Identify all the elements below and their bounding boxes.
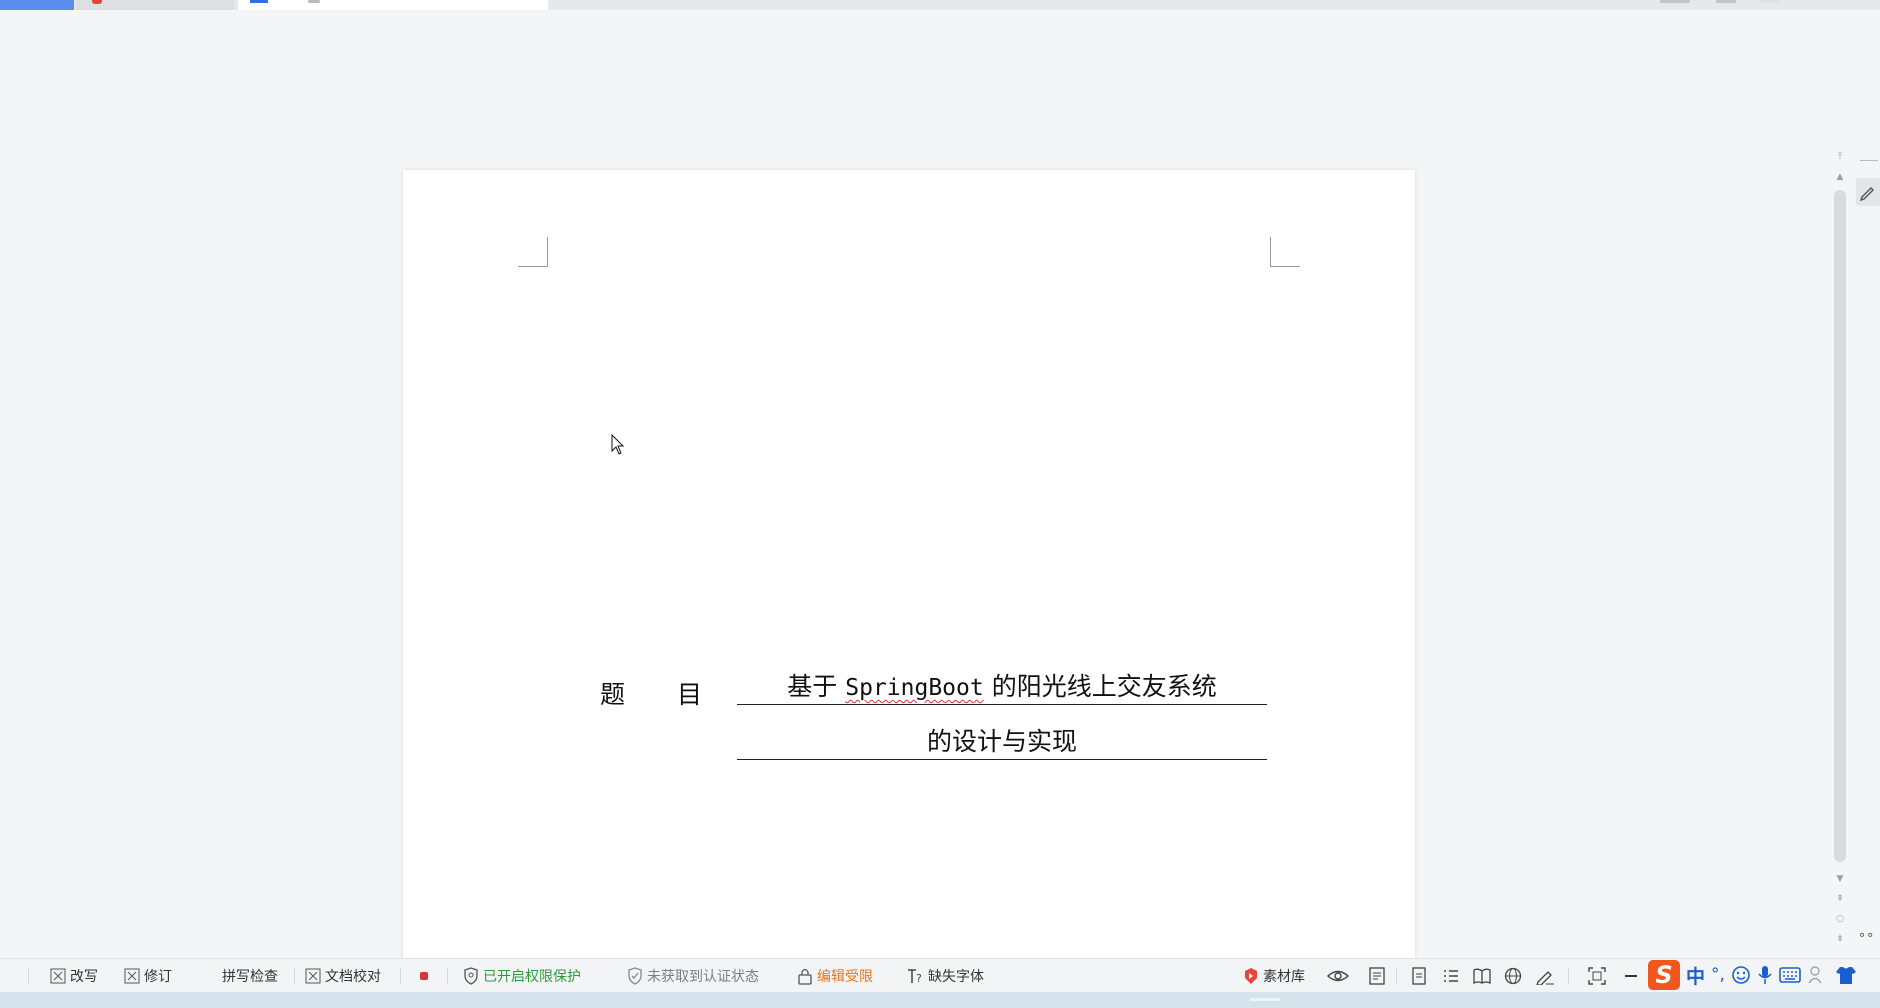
overwrite-toggle[interactable]: 改写 bbox=[50, 959, 98, 993]
shield-check-icon bbox=[628, 967, 642, 985]
ime-language-toggle[interactable]: 中 bbox=[1686, 962, 1705, 989]
status-separator bbox=[1568, 968, 1569, 984]
pdf-icon bbox=[92, 0, 102, 4]
window-layout-icon[interactable] bbox=[1660, 0, 1690, 3]
scrollbar-thumb[interactable] bbox=[1834, 190, 1846, 862]
status-separator bbox=[28, 968, 29, 984]
write-view-button[interactable] bbox=[1535, 959, 1555, 993]
status-separator bbox=[447, 968, 448, 984]
microphone-icon[interactable] bbox=[1757, 965, 1773, 985]
globe-icon bbox=[1504, 967, 1522, 985]
vertical-scrollbar[interactable]: ⤒ ▲ ▼ ⇞ ○ ⇟ bbox=[1830, 150, 1850, 955]
minus-icon bbox=[1625, 975, 1637, 977]
document-page[interactable]: 题 目 基于 SpringBoot 的阳光线上交友系统 的设计与实现 bbox=[403, 170, 1415, 960]
select-browse-object-icon[interactable]: ○ bbox=[1834, 914, 1846, 924]
scroll-up-arrow-icon[interactable]: ▲ bbox=[1834, 172, 1846, 182]
spellcheck-label: 拼写检查 bbox=[222, 969, 278, 985]
status-separator bbox=[1396, 968, 1397, 984]
font-question-icon: ? bbox=[908, 969, 922, 985]
mouse-pointer-icon bbox=[611, 434, 625, 455]
web-view-button[interactable] bbox=[1504, 959, 1522, 993]
missing-font-button[interactable]: ? 缺失字体 bbox=[906, 959, 984, 993]
doc-info-button[interactable] bbox=[1368, 959, 1386, 993]
toolbox-shirt-icon[interactable] bbox=[1835, 965, 1857, 985]
outline-view-icon bbox=[1444, 970, 1458, 982]
page-view-icon bbox=[1412, 967, 1426, 985]
margin-corner-top-right bbox=[1270, 237, 1300, 267]
checkbox-x-icon bbox=[124, 968, 140, 984]
side-edit-button[interactable] bbox=[1856, 178, 1880, 206]
skin-icon[interactable] bbox=[1807, 965, 1829, 985]
status-bar: 改写 修订 拼写检查 文档校对 已开启权限保护 未获取到认证状态 编辑受限 ? … bbox=[0, 958, 1880, 993]
eye-protection-button[interactable] bbox=[1327, 959, 1349, 993]
tab-active-document[interactable] bbox=[238, 0, 548, 10]
tab-home[interactable] bbox=[0, 0, 74, 10]
title-label: 题 目 bbox=[600, 680, 702, 709]
misspelled-word[interactable]: SpringBoot bbox=[845, 675, 983, 701]
emoji-icon[interactable] bbox=[1731, 965, 1751, 985]
pen-icon bbox=[1859, 187, 1874, 202]
taskbar-indicator bbox=[1250, 998, 1280, 1001]
zoom-out-button[interactable] bbox=[1624, 959, 1638, 993]
fullscreen-icon bbox=[1588, 967, 1606, 985]
scroll-down-arrow-icon[interactable]: ▼ bbox=[1834, 874, 1846, 884]
svg-text:?: ? bbox=[916, 972, 922, 985]
spellcheck-button[interactable]: 拼写检查 bbox=[222, 959, 278, 993]
title-text-line-2: 的设计与实现 bbox=[926, 727, 1077, 756]
page-view-button[interactable] bbox=[1410, 959, 1428, 993]
previous-page-icon[interactable]: ⇞ bbox=[1834, 894, 1846, 904]
edit-restriction-status[interactable]: 编辑受限 bbox=[797, 959, 873, 993]
certification-status[interactable]: 未获取到认证状态 bbox=[627, 959, 759, 993]
shield-location-icon bbox=[464, 967, 478, 985]
tab-pdf-document[interactable] bbox=[76, 0, 234, 10]
material-library-icon bbox=[1245, 968, 1257, 984]
record-icon bbox=[420, 972, 428, 980]
doc-proofread-label: 文档校对 bbox=[325, 969, 381, 985]
fit-page-button[interactable] bbox=[1588, 959, 1606, 993]
revise-toggle[interactable]: 修订 bbox=[124, 959, 172, 993]
missing-font-label: 缺失字体 bbox=[928, 969, 984, 985]
ime-punctuation-toggle[interactable]: °, bbox=[1711, 965, 1725, 985]
margin-corner-top-left bbox=[518, 237, 548, 267]
doc-proofread-toggle[interactable]: 文档校对 bbox=[305, 959, 381, 993]
overwrite-label: 改写 bbox=[70, 969, 98, 985]
document-stats-icon bbox=[1369, 967, 1385, 985]
material-library-label: 素材库 bbox=[1263, 969, 1305, 985]
outline-view-button[interactable] bbox=[1442, 959, 1460, 993]
keyboard-icon[interactable] bbox=[1779, 966, 1801, 984]
lock-icon bbox=[798, 968, 812, 985]
checkbox-x-icon bbox=[50, 968, 66, 984]
ime-toolbar: S 中 °, bbox=[1648, 960, 1857, 990]
title-line-1[interactable]: 基于 SpringBoot 的阳光线上交友系统 bbox=[737, 670, 1267, 705]
status-separator bbox=[400, 968, 401, 984]
macro-record-button[interactable] bbox=[420, 959, 428, 993]
panel-divider bbox=[1860, 160, 1878, 161]
next-page-icon[interactable]: ⇟ bbox=[1834, 934, 1846, 944]
eye-icon bbox=[1327, 970, 1349, 982]
title-text-prefix: 基于 bbox=[787, 672, 838, 701]
title-text-suffix: 的阳光线上交友系统 bbox=[991, 672, 1217, 701]
material-library-button[interactable]: 素材库 bbox=[1243, 959, 1305, 993]
window-minimize-icon[interactable] bbox=[1760, 0, 1780, 3]
more-options-icon[interactable]: ∘∘ bbox=[1858, 928, 1874, 943]
edit-restriction-label: 编辑受限 bbox=[817, 969, 873, 985]
certification-label: 未获取到认证状态 bbox=[647, 969, 759, 985]
permission-label: 已开启权限保护 bbox=[483, 969, 581, 985]
title-line-2[interactable]: 的设计与实现 bbox=[737, 725, 1267, 760]
scroll-top-icon[interactable]: ⤒ bbox=[1834, 152, 1846, 162]
tab-strip bbox=[0, 0, 1880, 10]
right-side-panel: ∘∘ bbox=[1854, 150, 1880, 955]
window-restore-icon[interactable] bbox=[1716, 0, 1736, 3]
pen-icon bbox=[1536, 971, 1554, 985]
status-separator bbox=[294, 968, 295, 984]
tab-title-fragment bbox=[308, 0, 320, 3]
checkbox-x-icon bbox=[305, 968, 321, 984]
reading-view-button[interactable] bbox=[1472, 959, 1492, 993]
writer-doc-icon bbox=[250, 0, 268, 3]
sogou-ime-logo[interactable]: S bbox=[1648, 960, 1680, 990]
book-icon bbox=[1473, 968, 1491, 985]
revise-label: 修订 bbox=[144, 969, 172, 985]
taskbar-strip bbox=[0, 992, 1880, 1008]
permission-status[interactable]: 已开启权限保护 bbox=[463, 959, 581, 993]
